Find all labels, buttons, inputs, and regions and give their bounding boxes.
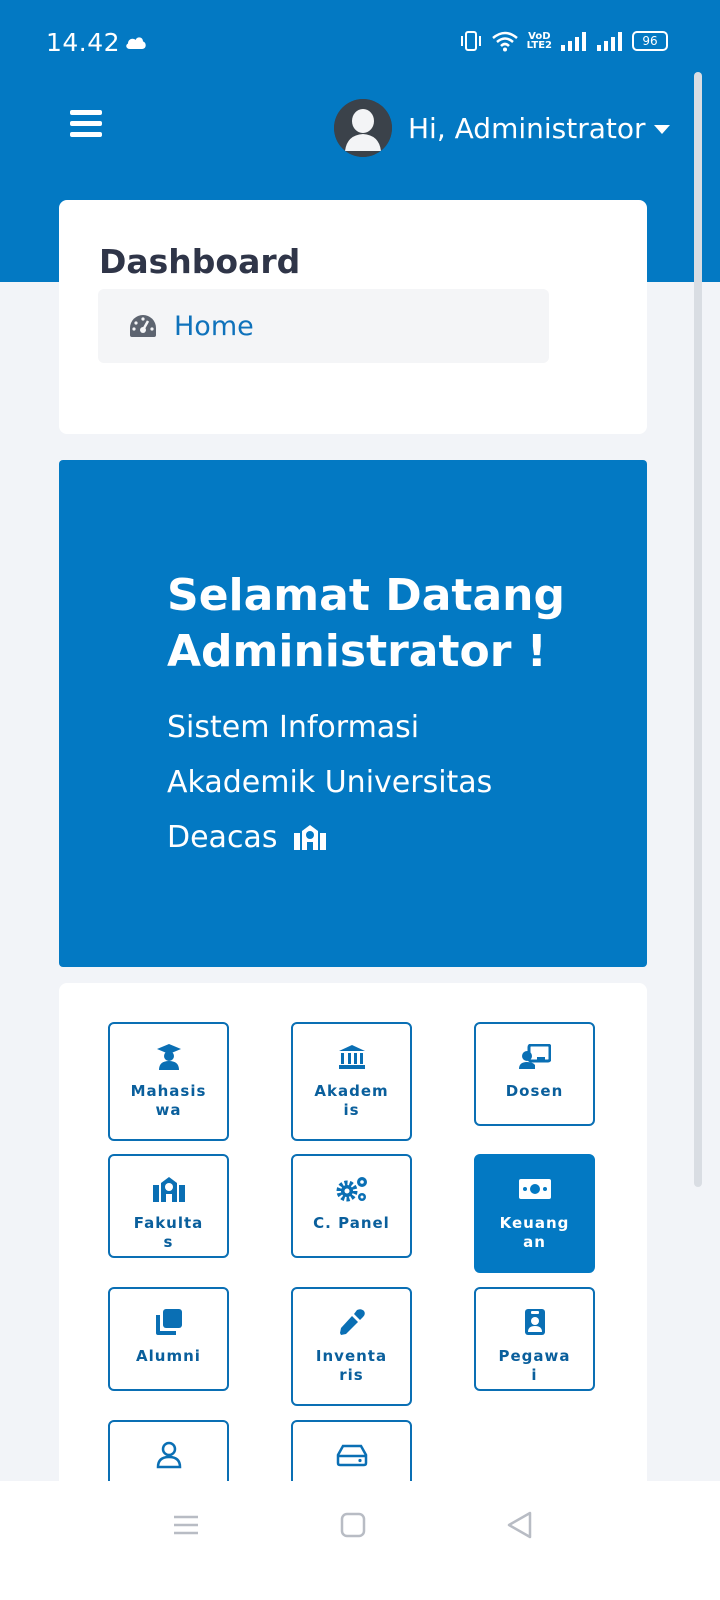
tile-keuangan[interactable]: Keuangan	[474, 1154, 595, 1273]
teacher-icon	[518, 1044, 551, 1069]
status-bar: 14.42 VoD LTE2 96	[0, 0, 720, 86]
welcome-subtitle-text: Sistem Informasi Akademik Universitas De…	[167, 710, 493, 855]
tile-inventaris[interactable]: Inventaris	[291, 1287, 412, 1406]
status-icons: VoD LTE2 96	[459, 30, 668, 52]
page-title: Dashboard	[99, 242, 301, 281]
wifi-icon	[491, 31, 518, 52]
hdd-icon	[336, 1444, 367, 1467]
tachometer-icon	[130, 315, 156, 337]
id-badge-icon	[524, 1309, 545, 1335]
chevron-down-icon[interactable]	[653, 124, 670, 134]
user-menu-dropdown[interactable]: Hi, Administrator	[334, 99, 670, 157]
school-icon	[294, 825, 326, 850]
tile-control-panel[interactable]: C. Panel	[291, 1154, 412, 1258]
tile-pegawai[interactable]: Pegawai	[474, 1287, 595, 1391]
school-icon	[152, 1177, 185, 1202]
scrollbar[interactable]	[694, 72, 702, 1187]
welcome-title: Selamat Datang Administrator !	[167, 570, 565, 677]
tile-dosen[interactable]: Dosen	[474, 1022, 595, 1126]
breadcrumb: Home	[98, 289, 549, 363]
volte-bottom: LTE2	[526, 40, 552, 51]
eyedropper-icon	[339, 1309, 365, 1335]
battery-icon: 96	[632, 31, 668, 51]
tile-alumni[interactable]: Alumni	[108, 1287, 229, 1391]
menu-toggle-button[interactable]	[70, 110, 102, 142]
status-time: 14.42	[46, 28, 121, 57]
dashboard-card: Dashboard Home	[59, 200, 647, 434]
gears-icon	[336, 1177, 367, 1202]
menu-card: Mahasiswa Akademis Dosen Fakultas C. Pan…	[59, 983, 647, 1543]
tile-label: Dosen	[505, 1082, 564, 1100]
tile-akademis[interactable]: Akademis	[291, 1022, 412, 1141]
recent-apps-icon[interactable]	[172, 1511, 200, 1539]
user-icon	[156, 1441, 181, 1469]
hamburger-line	[70, 121, 102, 126]
home-button-icon[interactable]	[340, 1511, 366, 1539]
welcome-banner: Selamat Datang Administrator ! Sistem In…	[59, 460, 647, 967]
hamburger-line	[70, 132, 102, 137]
tile-label: Mahasiswa	[130, 1082, 207, 1119]
graduate-icon	[156, 1044, 181, 1070]
tile-label: C. Panel	[313, 1214, 390, 1232]
tile-label: Akademis	[314, 1082, 389, 1119]
tile-mahasiswa[interactable]: Mahasiswa	[108, 1022, 229, 1141]
vibrate-icon	[460, 31, 481, 51]
volte-indicator: VoD LTE2	[526, 32, 552, 51]
welcome-subtitle: Sistem Informasi Akademik Universitas De…	[167, 700, 567, 865]
tile-label: Alumni	[136, 1347, 201, 1365]
tile-label: Keuangan	[499, 1214, 570, 1251]
tile-fakultas[interactable]: Fakultas	[108, 1154, 229, 1258]
back-button-icon[interactable]	[506, 1511, 534, 1539]
system-navigation-bar	[0, 1481, 720, 1600]
avatar[interactable]	[334, 99, 392, 157]
user-greeting[interactable]: Hi, Administrator	[408, 112, 646, 145]
tile-label: Inventaris	[315, 1347, 388, 1384]
tile-label: Pegawai	[498, 1347, 571, 1384]
breadcrumb-home-link[interactable]: Home	[174, 311, 254, 342]
hamburger-line	[70, 110, 102, 115]
user-avatar-icon	[334, 99, 392, 157]
institution-icon	[338, 1045, 365, 1069]
clone-icon	[155, 1309, 182, 1335]
signal-icon-2	[597, 32, 622, 51]
cloud-icon	[126, 37, 146, 49]
money-icon	[518, 1179, 551, 1199]
tile-label: Fakultas	[133, 1214, 204, 1251]
signal-icon	[561, 32, 586, 51]
